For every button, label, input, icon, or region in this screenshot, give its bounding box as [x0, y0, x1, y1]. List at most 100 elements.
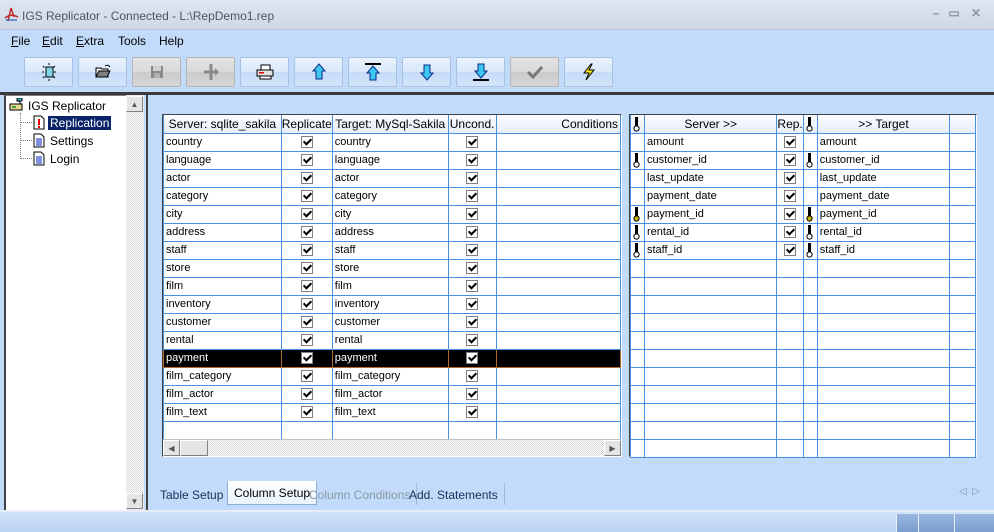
header-server-key[interactable]: [630, 115, 645, 134]
table-row[interactable]: address address: [163, 222, 622, 242]
run-button[interactable]: [564, 57, 613, 87]
server-table-cell[interactable]: category: [163, 186, 282, 206]
conditions-cell[interactable]: [495, 132, 622, 152]
checkbox[interactable]: [784, 136, 797, 149]
table-row[interactable]: inventory inventory: [163, 294, 622, 314]
checkbox[interactable]: [466, 316, 479, 329]
rep-cell[interactable]: [776, 132, 804, 152]
column-row[interactable]: customer_id customer_id: [630, 150, 976, 170]
menu-edit[interactable]: Edit: [42, 34, 63, 48]
tab-next-icon[interactable]: ▷: [972, 486, 980, 497]
uncond-cell[interactable]: [447, 294, 497, 314]
replicate-cell[interactable]: [280, 384, 333, 404]
target-table-cell[interactable]: customer: [331, 312, 449, 332]
tree-item-settings[interactable]: Settings: [33, 132, 93, 149]
tab-prev-icon[interactable]: ◁: [959, 486, 967, 497]
table-row[interactable]: country country: [163, 132, 622, 152]
target-table-cell[interactable]: category: [331, 186, 449, 206]
header-conditions[interactable]: Conditions: [495, 115, 622, 134]
server-table-cell[interactable]: film: [163, 276, 282, 296]
uncond-cell[interactable]: [447, 348, 497, 368]
target-table-cell[interactable]: film_actor: [331, 384, 449, 404]
target-table-cell[interactable]: film_text: [331, 402, 449, 422]
tree-scrollbar[interactable]: ▲ ▼: [126, 95, 144, 510]
horizontal-scrollbar[interactable]: ◀ ▶: [163, 439, 621, 456]
move-down-button[interactable]: [402, 57, 451, 87]
checkbox[interactable]: [784, 226, 797, 239]
server-table-cell[interactable]: inventory: [163, 294, 282, 314]
uncond-cell[interactable]: [447, 402, 497, 422]
minimize-button[interactable]: –: [926, 6, 946, 22]
replicate-cell[interactable]: [280, 258, 333, 278]
scroll-right-button[interactable]: ▶: [604, 440, 621, 456]
replicate-cell[interactable]: [280, 294, 333, 314]
checkbox[interactable]: [784, 172, 797, 185]
conditions-cell[interactable]: [495, 150, 622, 170]
splitter[interactable]: [144, 95, 148, 510]
checkbox[interactable]: [466, 262, 479, 275]
server-column-cell[interactable]: customer_id: [643, 150, 778, 170]
table-row[interactable]: staff staff: [163, 240, 622, 260]
uncond-cell[interactable]: [447, 312, 497, 332]
checkbox[interactable]: [466, 172, 479, 185]
target-table-cell[interactable]: film_category: [331, 366, 449, 386]
tree-item-replication[interactable]: Replication: [33, 114, 112, 131]
rep-cell[interactable]: [776, 222, 804, 242]
table-row[interactable]: film_text film_text: [163, 402, 622, 422]
server-table-cell[interactable]: payment: [163, 348, 282, 368]
server-table-cell[interactable]: city: [163, 204, 282, 224]
rep-cell[interactable]: [776, 204, 804, 224]
table-row[interactable]: payment payment: [163, 348, 622, 368]
replicate-cell[interactable]: [280, 132, 333, 152]
server-table-cell[interactable]: actor: [163, 168, 282, 188]
header-uncond[interactable]: Uncond.: [447, 115, 497, 134]
table-row[interactable]: film_actor film_actor: [163, 384, 622, 404]
checkbox[interactable]: [300, 226, 313, 239]
target-table-cell[interactable]: inventory: [331, 294, 449, 314]
checkbox[interactable]: [466, 136, 479, 149]
replicate-cell[interactable]: [280, 186, 333, 206]
target-table-cell[interactable]: actor: [331, 168, 449, 188]
checkbox[interactable]: [300, 208, 313, 221]
checkbox[interactable]: [466, 280, 479, 293]
header-target[interactable]: Target: MySql-Sakila: [331, 115, 449, 134]
checkbox[interactable]: [466, 334, 479, 347]
move-button[interactable]: [186, 57, 235, 87]
conditions-cell[interactable]: [495, 276, 622, 296]
replicate-cell[interactable]: [280, 366, 333, 386]
table-row[interactable]: film film: [163, 276, 622, 296]
server-table-cell[interactable]: film_text: [163, 402, 282, 422]
server-column-cell[interactable]: amount: [643, 132, 778, 152]
close-button[interactable]: ✕: [966, 6, 986, 22]
replicate-cell[interactable]: [280, 402, 333, 422]
checkbox[interactable]: [300, 154, 313, 167]
checkbox[interactable]: [300, 136, 313, 149]
target-table-cell[interactable]: rental: [331, 330, 449, 350]
target-column-cell[interactable]: payment_id: [816, 204, 951, 224]
uncond-cell[interactable]: [447, 240, 497, 260]
header-server[interactable]: Server >>: [643, 115, 778, 134]
uncond-cell[interactable]: [447, 330, 497, 350]
conditions-cell[interactable]: [495, 384, 622, 404]
column-row[interactable]: payment_date payment_date: [630, 186, 976, 206]
header-target[interactable]: >> Target: [816, 115, 951, 134]
column-row[interactable]: amount amount: [630, 132, 976, 152]
target-column-cell[interactable]: rental_id: [816, 222, 951, 242]
checkbox[interactable]: [466, 370, 479, 383]
move-up-button[interactable]: [294, 57, 343, 87]
conditions-cell[interactable]: [495, 186, 622, 206]
server-table-cell[interactable]: staff: [163, 240, 282, 260]
new-button[interactable]: [24, 57, 73, 87]
checkbox[interactable]: [466, 154, 479, 167]
replicate-cell[interactable]: [280, 204, 333, 224]
server-column-cell[interactable]: staff_id: [643, 240, 778, 260]
checkbox[interactable]: [300, 280, 313, 293]
uncond-cell[interactable]: [447, 186, 497, 206]
checkbox[interactable]: [300, 244, 313, 257]
conditions-cell[interactable]: [495, 402, 622, 422]
checkbox[interactable]: [466, 190, 479, 203]
server-column-cell[interactable]: last_update: [643, 168, 778, 188]
table-row[interactable]: film_category film_category: [163, 366, 622, 386]
target-column-cell[interactable]: payment_date: [816, 186, 951, 206]
replicate-cell[interactable]: [280, 312, 333, 332]
